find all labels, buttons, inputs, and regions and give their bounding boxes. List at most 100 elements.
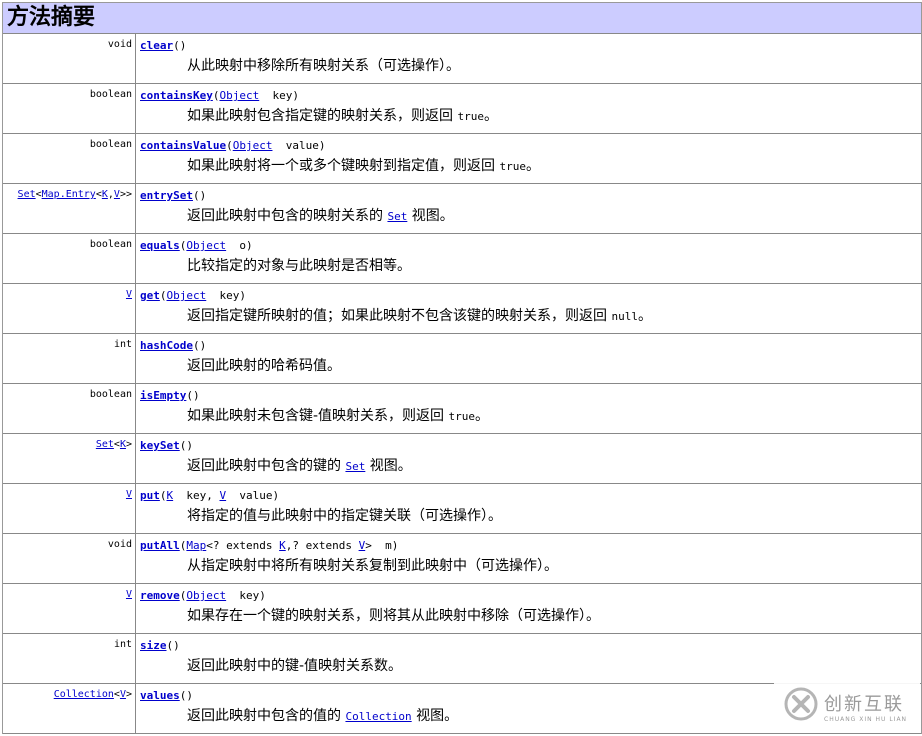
param-type-link[interactable]: Map [186, 539, 206, 552]
desc-text: 返回此映射中包含的键的 [187, 458, 346, 474]
return-type: Set<K> [3, 434, 136, 483]
method-signature: hashCode() [140, 339, 921, 353]
param-type-link[interactable]: Object [219, 89, 259, 102]
method-description: 如果此映射将一个或多个键映射到指定值，则返回 true。 [187, 157, 921, 176]
method-name-link[interactable]: containsKey [140, 89, 213, 102]
return-type: V [3, 284, 136, 333]
method-signature: size() [140, 639, 921, 653]
method-row-putAll: void putAll(Map<? extends K,? extends V> … [3, 534, 921, 584]
desc-text: 。 [525, 158, 540, 174]
method-name-link[interactable]: containsValue [140, 139, 226, 152]
desc-link[interactable]: Set [345, 460, 365, 473]
method-name-link[interactable]: get [140, 289, 160, 302]
method-cell: put(K key, V value) 将指定的值与此映射中的指定键关联（可选操作… [136, 484, 921, 533]
method-row-entrySet: Set<Map.Entry<K,V>> entrySet() 返回此映射中包含的映射… [3, 184, 921, 234]
desc-text: 。 [637, 308, 652, 324]
desc-link[interactable]: Set [387, 210, 407, 223]
method-cell: isEmpty() 如果此映射未包含键-值映射关系，则返回 true。 [136, 384, 921, 433]
method-description: 返回此映射中的键-值映射关系数。 [187, 657, 921, 675]
method-name-link[interactable]: hashCode [140, 339, 193, 352]
method-row-containsValue: boolean containsValue(Object value) 如果此映射将… [3, 134, 921, 184]
desc-link[interactable]: Collection [345, 710, 411, 723]
method-signature: clear() [140, 39, 921, 53]
param-text: <? extends [206, 539, 280, 552]
method-row-size: int size() 返回此映射中的键-值映射关系数。 [3, 634, 921, 684]
method-cell: hashCode() 返回此映射的哈希码值。 [136, 334, 921, 383]
method-description: 比较指定的对象与此映射是否相等。 [187, 257, 921, 275]
logo-x-icon [784, 687, 818, 725]
type-text: void [107, 39, 132, 50]
desc-text: true [457, 110, 484, 123]
param-type-link[interactable]: Object [167, 289, 207, 302]
method-row-clear: void clear() 从此映射中移除所有映射关系（可选操作）。 [3, 34, 921, 84]
param-text: () [186, 389, 200, 402]
page-title: 方法摘要 [3, 3, 921, 34]
method-cell: size() 返回此映射中的键-值映射关系数。 [136, 634, 921, 683]
method-name-link[interactable]: keySet [140, 439, 180, 452]
method-name-link[interactable]: put [140, 489, 160, 502]
method-name-link[interactable]: putAll [140, 539, 180, 552]
param-text: key) [259, 89, 299, 102]
method-description: 返回指定键所映射的值；如果此映射不包含该键的映射关系，则返回 null。 [187, 307, 921, 326]
watermark-logo: 创新互联 CHUANG XIN HU LIAN [774, 680, 920, 732]
method-rows: void clear() 从此映射中移除所有映射关系（可选操作）。 boolean co… [3, 34, 921, 734]
return-type: V [3, 484, 136, 533]
method-row-keySet: Set<K> keySet() 返回此映射中包含的键的 Set 视图。 [3, 434, 921, 484]
method-row-put: Vput(K key, V value) 将指定的值与此映射中的指定键关联（可选操… [3, 484, 921, 534]
param-text: () [179, 689, 193, 702]
param-text: ,? extends [285, 539, 359, 552]
desc-text: 。 [483, 108, 498, 124]
param-type-link[interactable]: K [279, 539, 286, 552]
method-description: 如果此映射包含指定键的映射关系，则返回 true。 [187, 107, 921, 126]
method-name-link[interactable]: size [140, 639, 167, 652]
method-name-link[interactable]: clear [140, 39, 173, 52]
method-name-link[interactable]: isEmpty [140, 389, 186, 402]
desc-text: true [448, 410, 476, 423]
param-type-link[interactable]: Object [186, 239, 226, 252]
type-link[interactable]: V [126, 589, 132, 600]
param-text: key, [173, 489, 220, 502]
method-name-link[interactable]: entrySet [140, 189, 193, 202]
desc-text: 如果此映射未包含键-值映射关系，则返回 [187, 408, 449, 424]
method-name-link[interactable]: remove [140, 589, 180, 602]
method-name-link[interactable]: values [140, 689, 180, 702]
param-type-link[interactable]: Object [233, 139, 273, 152]
method-cell: get(Object key) 返回指定键所映射的值；如果此映射不包含该键的映射关… [136, 284, 921, 333]
method-cell: containsValue(Object value) 如果此映射将一个或多个键映… [136, 134, 921, 183]
method-cell: keySet() 返回此映射中包含的键的 Set 视图。 [136, 434, 921, 483]
desc-text: 比较指定的对象与此映射是否相等。 [187, 258, 411, 274]
type-text: > [125, 439, 132, 450]
return-type: boolean [3, 234, 136, 283]
return-type: boolean [3, 134, 136, 183]
type-text: boolean [89, 139, 132, 150]
type-link[interactable]: Set [96, 439, 114, 450]
type-link[interactable]: Set [18, 189, 36, 200]
type-text: boolean [89, 389, 132, 400]
param-type-link[interactable]: Object [186, 589, 226, 602]
method-cell: equals(Object o) 比较指定的对象与此映射是否相等。 [136, 234, 921, 283]
method-name-link[interactable]: equals [140, 239, 180, 252]
type-text: int [113, 639, 132, 650]
desc-text: 。 [475, 408, 490, 424]
type-link[interactable]: Collection [54, 689, 114, 700]
watermark-cn: 创新互联 [824, 693, 904, 715]
return-type: int [3, 334, 136, 383]
desc-text: true [499, 160, 526, 173]
desc-text: 将指定的值与此映射中的指定键关联（可选操作）。 [187, 508, 502, 524]
desc-text: 从此映射中移除所有映射关系（可选操作）。 [187, 58, 460, 74]
method-description: 返回此映射中包含的键的 Set 视图。 [187, 457, 921, 476]
desc-text: 返回此映射中包含的映射关系的 [187, 208, 388, 224]
type-link[interactable]: V [126, 289, 132, 300]
method-signature: containsValue(Object value) [140, 139, 921, 153]
method-description: 返回此映射的哈希码值。 [187, 357, 921, 375]
method-signature: keySet() [140, 439, 921, 453]
param-text: value) [272, 139, 326, 152]
method-description: 返回此映射中包含的映射关系的 Set 视图。 [187, 207, 921, 226]
type-link[interactable]: V [126, 489, 132, 500]
desc-text: 如果存在一个键的映射关系，则将其从此映射中移除（可选操作）。 [187, 608, 600, 624]
desc-text: null [611, 310, 638, 323]
param-text: () [179, 439, 193, 452]
type-link[interactable]: Map.Entry [42, 189, 96, 200]
method-description: 将指定的值与此映射中的指定键关联（可选操作）。 [187, 507, 921, 525]
return-type: void [3, 534, 136, 583]
